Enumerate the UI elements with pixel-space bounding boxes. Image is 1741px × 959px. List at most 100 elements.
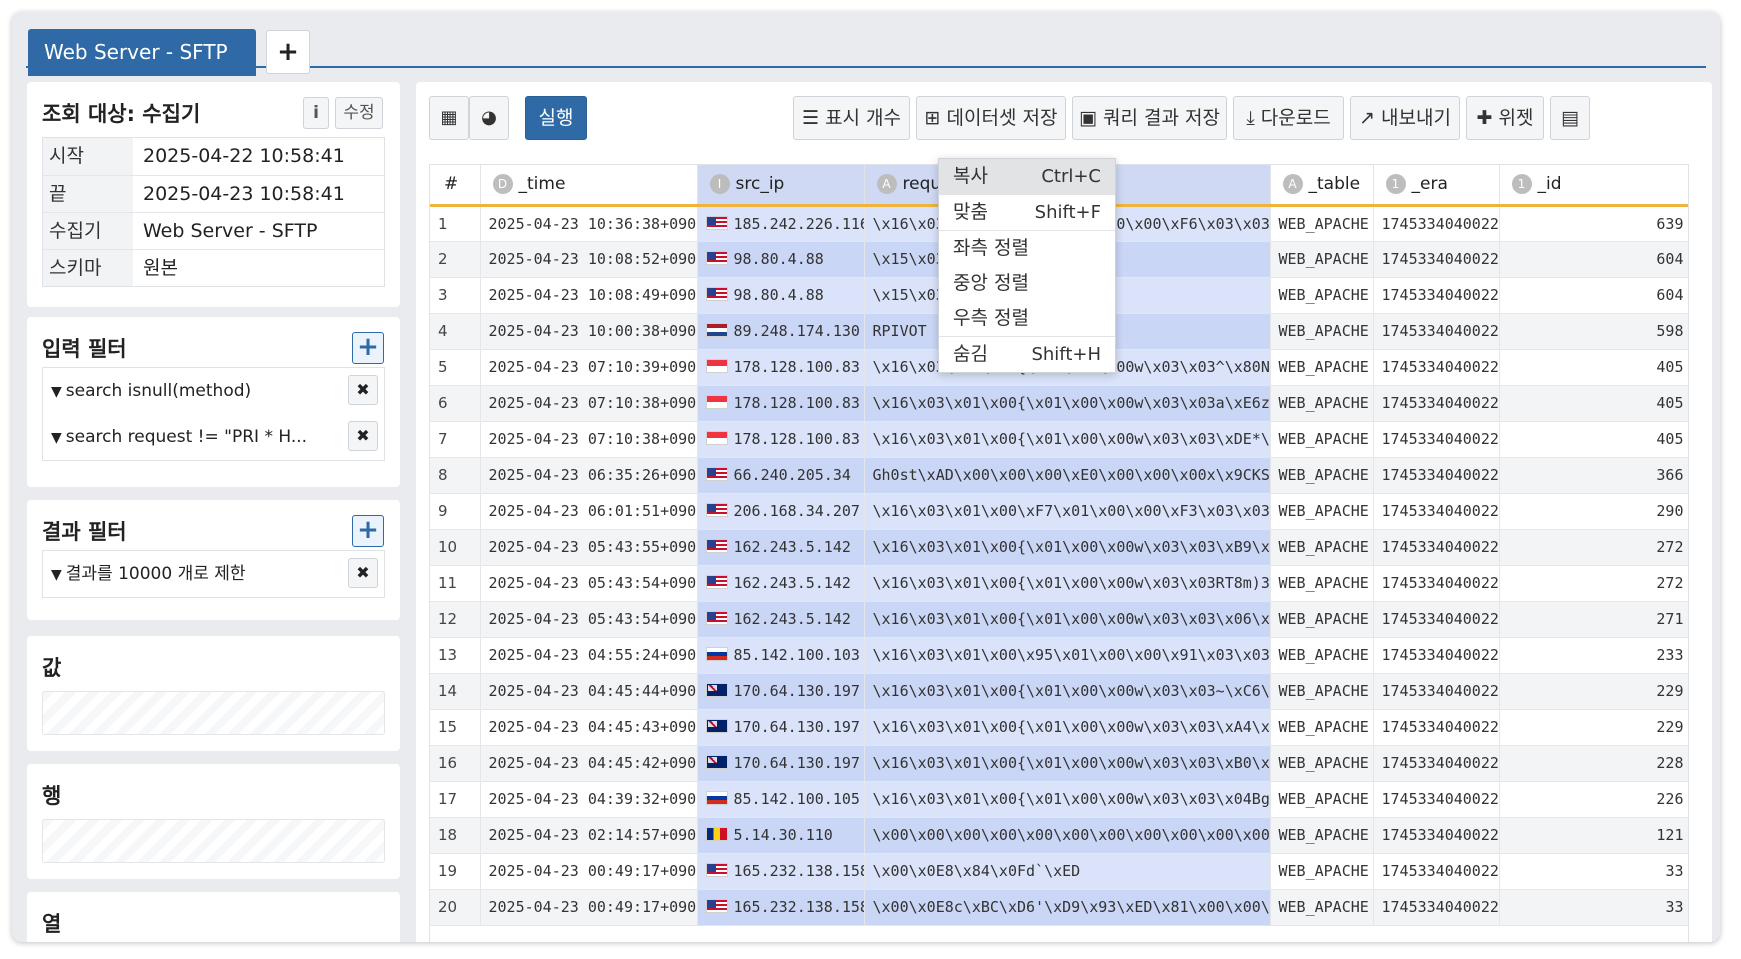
table-cell[interactable]: 162.243.5.142 bbox=[697, 529, 865, 566]
add-input-filter-button[interactable]: + bbox=[352, 332, 384, 364]
table-cell[interactable]: 17 bbox=[430, 781, 481, 818]
row-drop-zone[interactable] bbox=[42, 819, 385, 863]
table-cell[interactable]: WEB_APACHE bbox=[1270, 889, 1374, 926]
table-cell[interactable]: WEB_APACHE bbox=[1270, 781, 1374, 818]
table-cell[interactable]: 1745334040022 bbox=[1373, 277, 1500, 314]
table-cell[interactable]: 1745334040022 bbox=[1373, 349, 1500, 386]
table-cell[interactable]: 405 bbox=[1499, 349, 1688, 386]
table-cell[interactable]: 233 bbox=[1499, 637, 1688, 674]
menu-item-hide[interactable]: 숨김 Shift+H bbox=[939, 337, 1115, 372]
table-row[interactable]: 9 2025-04-23 06:01:51+0900 206.168.34.207 \… bbox=[430, 493, 1688, 530]
table-cell[interactable]: WEB_APACHE bbox=[1270, 709, 1374, 746]
table-row[interactable]: 18 2025-04-23 02:14:57+0900 5.14.30.110 \x0… bbox=[430, 817, 1688, 854]
table-cell[interactable]: 2025-04-23 04:55:24+0900 bbox=[480, 637, 698, 674]
table-cell[interactable]: 2025-04-23 06:01:51+0900 bbox=[480, 493, 698, 530]
table-cell[interactable]: 2025-04-23 00:49:17+0900 bbox=[480, 853, 698, 890]
menu-item-copy[interactable]: 복사 Ctrl+C bbox=[939, 159, 1115, 194]
table-cell[interactable]: 33 bbox=[1499, 853, 1688, 890]
table-cell[interactable]: 19 bbox=[430, 853, 481, 890]
column-header[interactable]: A _table bbox=[1270, 165, 1374, 207]
table-cell[interactable]: 1745334040022 bbox=[1373, 709, 1500, 746]
menu-item-fit[interactable]: 맞춤 Shift+F bbox=[939, 195, 1115, 230]
table-cell[interactable]: 20 bbox=[430, 889, 481, 926]
value-drop-zone[interactable] bbox=[42, 691, 385, 735]
table-cell[interactable]: 170.64.130.197 bbox=[697, 745, 865, 782]
table-cell[interactable]: \x16\x03\x01\x00{\x01\x00\x00w\x03\x03\x… bbox=[864, 745, 1271, 782]
table-cell[interactable]: 12 bbox=[430, 601, 481, 638]
table-cell[interactable]: 2025-04-23 00:49:17+0900 bbox=[480, 889, 698, 926]
table-cell[interactable]: \x16\x03\x01\x00\x95\x01\x00\x00\x91\x03… bbox=[864, 637, 1271, 674]
table-cell[interactable]: 229 bbox=[1499, 673, 1688, 710]
table-cell[interactable]: WEB_APACHE bbox=[1270, 421, 1374, 458]
table-cell[interactable]: WEB_APACHE bbox=[1270, 637, 1374, 674]
table-cell[interactable]: 178.128.100.83 bbox=[697, 349, 865, 386]
table-cell[interactable]: 1745334040022 bbox=[1373, 457, 1500, 494]
table-cell[interactable]: WEB_APACHE bbox=[1270, 385, 1374, 422]
add-tab-button[interactable]: + bbox=[266, 30, 310, 74]
table-cell[interactable]: 598 bbox=[1499, 313, 1688, 350]
remove-filter-button[interactable]: ✖ bbox=[348, 421, 378, 451]
table-cell[interactable]: 290 bbox=[1499, 493, 1688, 530]
table-cell[interactable]: 98.80.4.88 bbox=[697, 241, 865, 278]
column-header[interactable]: 1 _id bbox=[1499, 165, 1688, 207]
table-cell[interactable]: 229 bbox=[1499, 709, 1688, 746]
edit-button[interactable]: 수정 bbox=[335, 97, 383, 129]
table-cell[interactable]: 206.168.34.207 bbox=[697, 493, 865, 530]
table-cell[interactable]: 170.64.130.197 bbox=[697, 709, 865, 746]
table-cell[interactable]: 226 bbox=[1499, 781, 1688, 818]
table-row[interactable]: 20 2025-04-23 00:49:17+0900 165.232.138.15… bbox=[430, 889, 1688, 926]
table-cell[interactable]: 2025-04-23 04:45:42+0900 bbox=[480, 745, 698, 782]
table-cell[interactable]: 85.142.100.105 bbox=[697, 781, 865, 818]
table-cell[interactable]: 2025-04-23 10:08:52+0900 bbox=[480, 241, 698, 278]
table-cell[interactable]: 98.80.4.88 bbox=[697, 277, 865, 314]
table-cell[interactable]: WEB_APACHE bbox=[1270, 745, 1374, 782]
table-cell[interactable]: 405 bbox=[1499, 421, 1688, 458]
table-cell[interactable]: \x16\x03\x01\x00{\x01\x00\x00w\x03\x03\x… bbox=[864, 421, 1271, 458]
table-cell[interactable]: 165.232.138.158 bbox=[697, 853, 865, 890]
table-cell[interactable]: 1745334040022 bbox=[1373, 241, 1500, 278]
table-row[interactable]: 17 2025-04-23 04:39:32+0900 85.142.100.105… bbox=[430, 781, 1688, 818]
table-cell[interactable]: 7 bbox=[430, 421, 481, 458]
table-cell[interactable]: 2025-04-23 07:10:38+0900 bbox=[480, 385, 698, 422]
download-button[interactable]: ⤓ 다운로드 bbox=[1233, 96, 1344, 140]
tab-web-server-sftp[interactable]: Web Server - SFTP bbox=[28, 29, 256, 76]
table-cell[interactable]: WEB_APACHE bbox=[1270, 817, 1374, 854]
table-cell[interactable]: 165.232.138.158 bbox=[697, 889, 865, 926]
table-cell[interactable]: 9 bbox=[430, 493, 481, 530]
table-cell[interactable]: 15 bbox=[430, 709, 481, 746]
column-header[interactable]: # bbox=[430, 165, 481, 207]
add-widget-button[interactable]: ✚ 위젯 bbox=[1466, 96, 1544, 140]
table-cell[interactable]: 121 bbox=[1499, 817, 1688, 854]
table-cell[interactable]: 13 bbox=[430, 637, 481, 674]
table-row[interactable]: 16 2025-04-23 04:45:42+0900 170.64.130.197… bbox=[430, 745, 1688, 782]
table-cell[interactable]: 162.243.5.142 bbox=[697, 601, 865, 638]
save-query-result-button[interactable]: ▣ 쿼리 결과 저장 bbox=[1072, 96, 1227, 140]
table-cell[interactable]: 271 bbox=[1499, 601, 1688, 638]
filter-item[interactable]: ▼ search request != "PRI * H... ✖ bbox=[43, 414, 384, 460]
table-row[interactable]: 7 2025-04-23 07:10:38+0900 178.128.100.83 \… bbox=[430, 421, 1688, 458]
table-cell[interactable]: 1745334040022 bbox=[1373, 781, 1500, 818]
table-cell[interactable]: \x16\x03\x01\x00{\x01\x00\x00w\x03\x03\x… bbox=[864, 529, 1271, 566]
table-cell[interactable]: 89.248.174.130 bbox=[697, 313, 865, 350]
table-cell[interactable]: WEB_APACHE bbox=[1270, 493, 1374, 530]
table-row[interactable]: 14 2025-04-23 04:45:44+0900 170.64.130.197… bbox=[430, 673, 1688, 710]
table-cell[interactable]: \x00\x0E8\x84\x0Fd`\xED bbox=[864, 853, 1271, 890]
table-cell[interactable]: 2025-04-23 04:39:32+0900 bbox=[480, 781, 698, 818]
table-cell[interactable]: 5 bbox=[430, 349, 481, 386]
column-header[interactable]: Isrc_ip bbox=[697, 165, 865, 207]
table-cell[interactable]: WEB_APACHE bbox=[1270, 241, 1374, 278]
table-cell[interactable]: 366 bbox=[1499, 457, 1688, 494]
table-cell[interactable]: \x16\x03\x01\x00{\x01\x00\x00w\x03\x03\x… bbox=[864, 709, 1271, 746]
column-header[interactable]: 1 _era bbox=[1373, 165, 1500, 207]
table-cell[interactable]: 2025-04-23 02:14:57+0900 bbox=[480, 817, 698, 854]
column-header[interactable]: D _time bbox=[480, 165, 698, 207]
info-button[interactable]: i bbox=[303, 97, 329, 129]
table-cell[interactable]: WEB_APACHE bbox=[1270, 313, 1374, 350]
table-cell[interactable]: 2 bbox=[430, 241, 481, 278]
table-cell[interactable]: 1745334040022 bbox=[1373, 313, 1500, 350]
table-cell[interactable]: 178.128.100.83 bbox=[697, 385, 865, 422]
export-button[interactable]: ↗ 내보내기 bbox=[1350, 96, 1460, 140]
table-cell[interactable]: 2025-04-23 10:36:38+0900 bbox=[480, 205, 698, 242]
table-cell[interactable]: 2025-04-23 05:43:55+0900 bbox=[480, 529, 698, 566]
table-cell[interactable]: 185.242.226.116 bbox=[697, 205, 865, 242]
